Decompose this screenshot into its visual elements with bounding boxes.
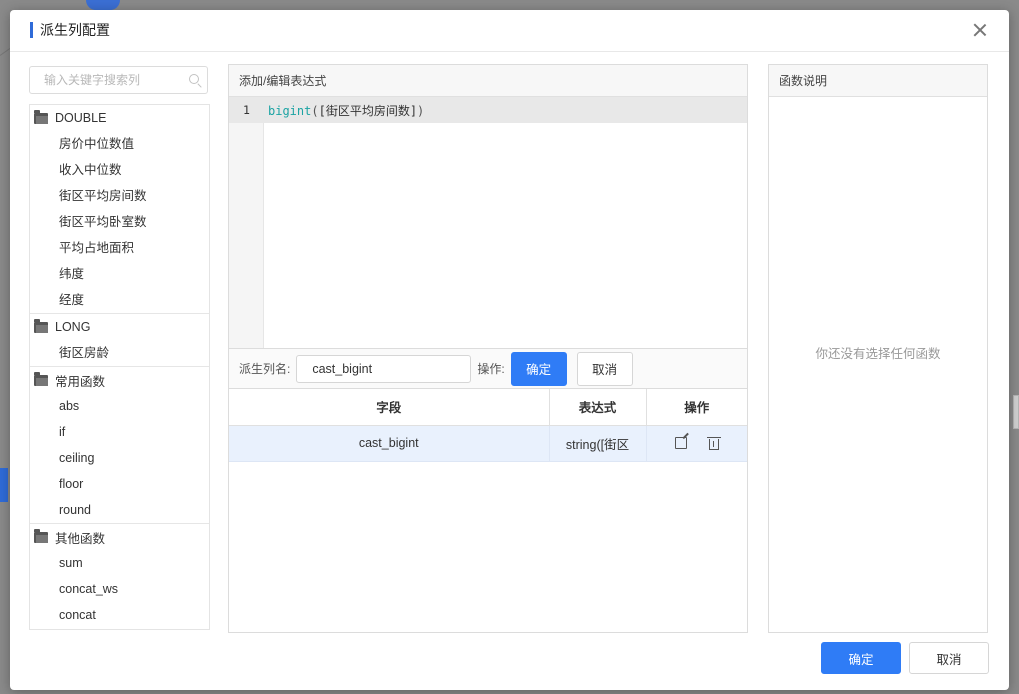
row-actions [647, 436, 748, 450]
tree-item[interactable]: 收入中位数 [30, 157, 209, 183]
tree-group-head[interactable]: DOUBLE [30, 105, 209, 131]
close-icon[interactable] [973, 23, 987, 37]
tree-group-label: DOUBLE [55, 111, 107, 125]
tree-item[interactable]: 房价中位数值 [30, 131, 209, 157]
editor-gutter [229, 97, 264, 348]
line-number: 1 [243, 103, 250, 117]
tree-item[interactable]: if [30, 419, 209, 445]
column-header-expression: 表达式 [549, 389, 647, 426]
tree-item[interactable]: 经度 [30, 287, 209, 313]
folder-icon [34, 318, 48, 333]
tree-item[interactable]: 纬度 [30, 261, 209, 287]
derived-name-row: 派生列名: 操作: 确定 取消 [229, 349, 747, 389]
function-help-empty-text: 你还没有选择任何函数 [815, 347, 941, 361]
tree-group-common-functions: 常用函数 abs if ceiling floor round [30, 367, 209, 524]
background-side-tab [0, 468, 8, 502]
dialog-cancel-button[interactable]: 取消 [909, 642, 989, 674]
table-header-row: 字段 表达式 操作 [229, 389, 747, 426]
cell-field: cast_bigint [229, 425, 550, 462]
folder-icon [34, 371, 48, 386]
column-header-field: 字段 [229, 389, 550, 426]
code-close-paren: ) [417, 103, 425, 118]
background-right-control [1013, 395, 1019, 429]
tree-group-long: LONG 街区房龄 [30, 314, 209, 367]
function-help-panel: 函数说明 你还没有选择任何函数 [768, 64, 988, 633]
column-search-input[interactable] [30, 67, 180, 93]
tree-group-head[interactable]: 其他函数 [30, 524, 209, 550]
cancel-expression-button[interactable]: 取消 [576, 351, 633, 386]
background-app-icon [86, 0, 120, 10]
derived-name-input[interactable] [296, 354, 472, 383]
function-help-title: 函数说明 [769, 65, 987, 97]
column-search-box [29, 66, 208, 94]
dialog-header: 派生列配置 [10, 10, 1009, 52]
code-line[interactable]: 1 bigint([街区平均房间数]) [229, 97, 747, 123]
tree-item[interactable]: concat_ws [30, 576, 209, 602]
derived-column-dialog: 派生列配置 DOUBLE 房价中位数值 收入中位数 街区平均房间数 街区平均卧室… [10, 10, 1009, 690]
dialog-ok-button[interactable]: 确定 [821, 642, 901, 674]
folder-icon [34, 528, 48, 543]
edit-icon[interactable] [674, 436, 687, 449]
tree-item[interactable]: ceiling [30, 445, 209, 471]
table-row[interactable]: cast_bigint string([街区 [229, 425, 748, 462]
tree-item[interactable]: sum [30, 550, 209, 576]
code-text: bigint([街区平均房间数]) [264, 102, 424, 119]
folder-icon [34, 109, 48, 124]
derived-name-label: 派生列名: [239, 362, 291, 376]
code-editor[interactable]: 1 bigint([街区平均房间数]) [229, 97, 747, 349]
confirm-expression-button[interactable]: 确定 [510, 351, 567, 386]
dialog-title: 派生列配置 [30, 22, 110, 38]
delete-icon[interactable] [706, 436, 721, 450]
tree-group-double: DOUBLE 房价中位数值 收入中位数 街区平均房间数 街区平均卧室数 平均占地… [30, 105, 209, 314]
tree-item[interactable]: 街区平均卧室数 [30, 209, 209, 235]
search-icon[interactable] [189, 74, 199, 84]
tree-group-other-functions: 其他函数 sum concat_ws concat [30, 524, 209, 628]
tree-item[interactable]: concat [30, 602, 209, 628]
tree-group-head[interactable]: 常用函数 [30, 367, 209, 393]
code-open-paren: ( [311, 103, 319, 118]
tree-item[interactable]: 街区房龄 [30, 340, 209, 366]
tree-group-head[interactable]: LONG [30, 314, 209, 340]
column-header-actions: 操作 [646, 389, 747, 426]
cell-expression: string([街区 [549, 425, 647, 462]
tree-item[interactable]: 街区平均房间数 [30, 183, 209, 209]
tree-item[interactable]: 平均占地面积 [30, 235, 209, 261]
derived-columns-table: 字段 表达式 操作 cast_bigint string([街区 [229, 389, 747, 462]
tree-group-label: 常用函数 [55, 374, 106, 389]
tree-item[interactable]: abs [30, 393, 209, 419]
tree-group-label: 其他函数 [55, 531, 106, 546]
tree-item[interactable]: floor [30, 471, 209, 497]
code-function: bigint [268, 103, 312, 118]
tree-group-label: LONG [55, 320, 91, 334]
expression-panel: 添加/编辑表达式 1 bigint([街区平均房间数]) 派生列名: 操作: 确… [228, 64, 748, 633]
operation-label: 操作: [477, 362, 505, 376]
column-tree: DOUBLE 房价中位数值 收入中位数 街区平均房间数 街区平均卧室数 平均占地… [29, 104, 210, 630]
tree-item[interactable]: round [30, 497, 209, 523]
code-argument: [街区平均房间数] [318, 103, 418, 118]
expression-panel-title: 添加/编辑表达式 [229, 65, 747, 97]
cell-actions [646, 425, 748, 462]
